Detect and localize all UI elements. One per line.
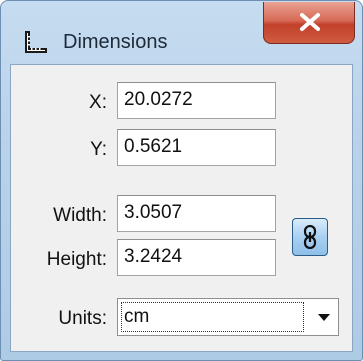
window-title: Dimensions [63,31,168,53]
close-button[interactable] [263,2,355,44]
y-label: Y: [90,139,107,160]
height-label: Height: [46,249,107,270]
dimensions-window: Dimensions X: 20.0272 Y: 0.5621 Width: 3… [0,0,363,361]
title-bar[interactable]: Dimensions [1,1,362,61]
x-input[interactable]: 20.0272 [117,82,276,119]
chain-link-icon [303,225,317,249]
dimensions-ruler-icon [23,29,49,55]
units-label: Units: [58,308,107,329]
dialog-body: X: 20.0272 Y: 0.5621 Width: 3.0507 Heigh… [10,64,353,352]
height-input[interactable]: 3.2424 [117,239,276,276]
x-label: X: [89,92,107,113]
units-select[interactable]: cm [117,298,339,336]
units-selected-value: cm [121,302,304,332]
width-label: Width: [53,205,107,226]
dropdown-arrow-icon[interactable] [318,314,330,321]
close-x-icon [300,13,320,31]
lock-aspect-ratio-button[interactable] [292,218,328,256]
width-input[interactable]: 3.0507 [117,195,276,232]
y-input[interactable]: 0.5621 [117,129,276,166]
